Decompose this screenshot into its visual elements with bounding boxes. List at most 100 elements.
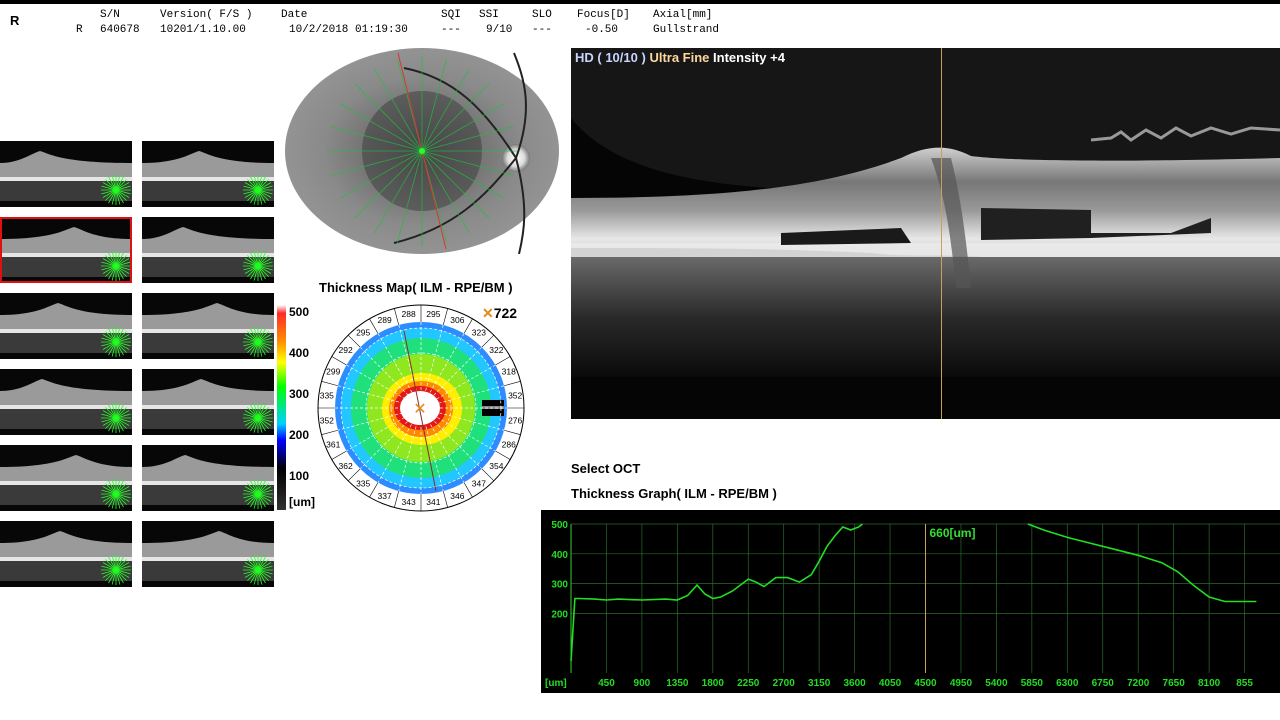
- bscan-thumbnail-11[interactable]: [0, 521, 132, 587]
- thickness-color-scale: [277, 305, 286, 510]
- svg-text:✕: ✕: [413, 399, 426, 418]
- thumbnail-scan-icon: [142, 151, 274, 205]
- oct-cursor-line[interactable]: [941, 48, 942, 419]
- thickness-sector-value: 352: [508, 391, 522, 401]
- ssi-value: 9/10: [486, 24, 513, 36]
- bscan-thumbnail-9[interactable]: [0, 445, 132, 511]
- thickness-sector-value: 288: [402, 309, 416, 319]
- bscan-thumbnail-2[interactable]: [142, 141, 274, 207]
- x-tick-label: 7200: [1127, 678, 1150, 689]
- scale-label-200: 200: [289, 428, 310, 442]
- thumbnail-scan-icon: [0, 303, 132, 357]
- thickness-sector-value: 322: [489, 345, 503, 355]
- slo-label: SLO: [532, 9, 552, 21]
- thickness-sector-value: 335: [320, 391, 334, 401]
- thickness-sector-value: 362: [339, 461, 353, 471]
- bscan-thumbnail-8[interactable]: [142, 369, 274, 435]
- thickness-graph-title: Thickness Graph( ILM - RPE/BM ): [571, 486, 777, 501]
- select-oct-label[interactable]: Select OCT: [571, 461, 640, 476]
- thickness-sector-value: 295: [356, 328, 370, 338]
- sn-label: S/N: [100, 9, 120, 21]
- thumbnail-scan-icon: [0, 379, 132, 433]
- sqi-value: ---: [441, 24, 461, 36]
- version-label: Version( F/S ): [160, 9, 253, 21]
- scale-label-300: 300: [289, 387, 310, 401]
- x-tick-label: 8100: [1198, 678, 1221, 689]
- focus-label: Focus[D]: [577, 9, 630, 21]
- bscan-thumbnail-12[interactable]: [142, 521, 274, 587]
- axial-label: Axial[mm]: [653, 9, 713, 21]
- x-tick-label: 3150: [808, 678, 831, 689]
- x-tick-label: 6750: [1092, 678, 1115, 689]
- thickness-sector-value: 289: [378, 315, 392, 325]
- thickness-sector-value: 286: [502, 439, 516, 449]
- x-tick-label: 4500: [914, 678, 937, 689]
- thickness-sector-value: 346: [450, 491, 464, 501]
- bscan-thumbnail-5[interactable]: [0, 293, 132, 359]
- thickness-sector-value: 341: [426, 497, 440, 507]
- x-tick-label: 855: [1236, 678, 1253, 689]
- quality-label: Ultra Fine: [649, 50, 710, 65]
- scale-label-unit: [um]: [289, 495, 315, 509]
- thickness-graph[interactable]: 450 900 1350 1800 2250 2700 3150 3600 4050 4500 49…: [541, 510, 1280, 693]
- max-value-text: 722: [493, 305, 518, 321]
- thumbnail-scan-icon: [0, 151, 132, 205]
- scale-label-100: 100: [289, 469, 310, 483]
- bscan-thumbnail-7[interactable]: [0, 369, 132, 435]
- bscan-thumbnail-10[interactable]: [142, 445, 274, 511]
- x-tick-label: 7650: [1163, 678, 1186, 689]
- thickness-sector-value: 318: [502, 367, 516, 377]
- x-tick-label: 2700: [773, 678, 796, 689]
- y-tick-label: 200: [551, 609, 568, 620]
- axial-value: Gullstrand: [653, 24, 720, 36]
- bscan-thumbnail-1[interactable]: [0, 141, 132, 207]
- thickness-map-title: Thickness Map( ILM - RPE/BM ): [319, 280, 513, 295]
- bscan-thumbnail-4[interactable]: [142, 217, 274, 283]
- oct-scan-info: HD ( 10/10 ) Ultra Fine Intensity +4: [575, 50, 785, 65]
- oct-bscan-viewer[interactable]: HD ( 10/10 ) Ultra Fine Intensity +4: [571, 48, 1280, 419]
- eye-indicator: R: [10, 13, 20, 28]
- top-border: [0, 0, 1280, 4]
- thickness-sector-value: 347: [472, 478, 486, 488]
- thickness-sector-value: 343: [402, 497, 416, 507]
- thumbnail-scan-icon: [0, 227, 132, 281]
- thickness-sector-value: 352: [320, 415, 334, 425]
- graph-cursor-label: 660[um]: [930, 526, 976, 540]
- scale-label-500: 500: [289, 305, 310, 319]
- max-thickness-value: ✕722: [482, 305, 517, 322]
- ssi-label: SSI: [479, 9, 499, 21]
- fundus-image[interactable]: [284, 48, 560, 254]
- thickness-map[interactable]: ✕ 295 306 323322 318 352 276 286 354347 346 341 34…: [316, 303, 526, 513]
- thumbnail-scan-icon: [0, 455, 132, 509]
- thickness-sector-value: 295: [426, 309, 440, 319]
- x-tick-label: 450: [598, 678, 615, 689]
- slo-value: ---: [532, 24, 552, 36]
- eye-row-value: R: [76, 24, 83, 36]
- thickness-sector-value: 361: [326, 439, 340, 449]
- thickness-sector-value: 276: [508, 415, 522, 425]
- y-tick-label: 500: [551, 520, 568, 531]
- x-tick-label: 1800: [702, 678, 725, 689]
- sqi-label: SQI: [441, 9, 461, 21]
- thumbnail-scan-icon: [142, 303, 274, 357]
- scale-label-400: 400: [289, 346, 310, 360]
- y-tick-label: 400: [551, 550, 568, 561]
- thickness-series-line-2: [1027, 523, 1257, 603]
- thumbnail-scan-icon: [142, 531, 274, 585]
- y-tick-label: 300: [551, 580, 568, 591]
- x-tick-label: 4950: [950, 678, 973, 689]
- oct-bscan-image: [571, 48, 1280, 419]
- graph-unit-label: [um]: [545, 678, 567, 689]
- thickness-sector-value: 337: [378, 491, 392, 501]
- version-value: 10201/1.10.00: [160, 24, 246, 36]
- x-tick-label: 5850: [1021, 678, 1044, 689]
- thumbnail-scan-icon: [0, 531, 132, 585]
- focus-value: -0.50: [585, 24, 619, 36]
- x-tick-label: 3600: [843, 678, 866, 689]
- thumbnail-scan-icon: [142, 379, 274, 433]
- bscan-thumbnail-6[interactable]: [142, 293, 274, 359]
- hd-label: HD ( 10/10 ): [575, 50, 646, 65]
- thickness-sector-value: 354: [489, 461, 503, 471]
- bscan-thumbnail-3[interactable]: [0, 217, 132, 283]
- sn-value: 640678: [100, 24, 140, 36]
